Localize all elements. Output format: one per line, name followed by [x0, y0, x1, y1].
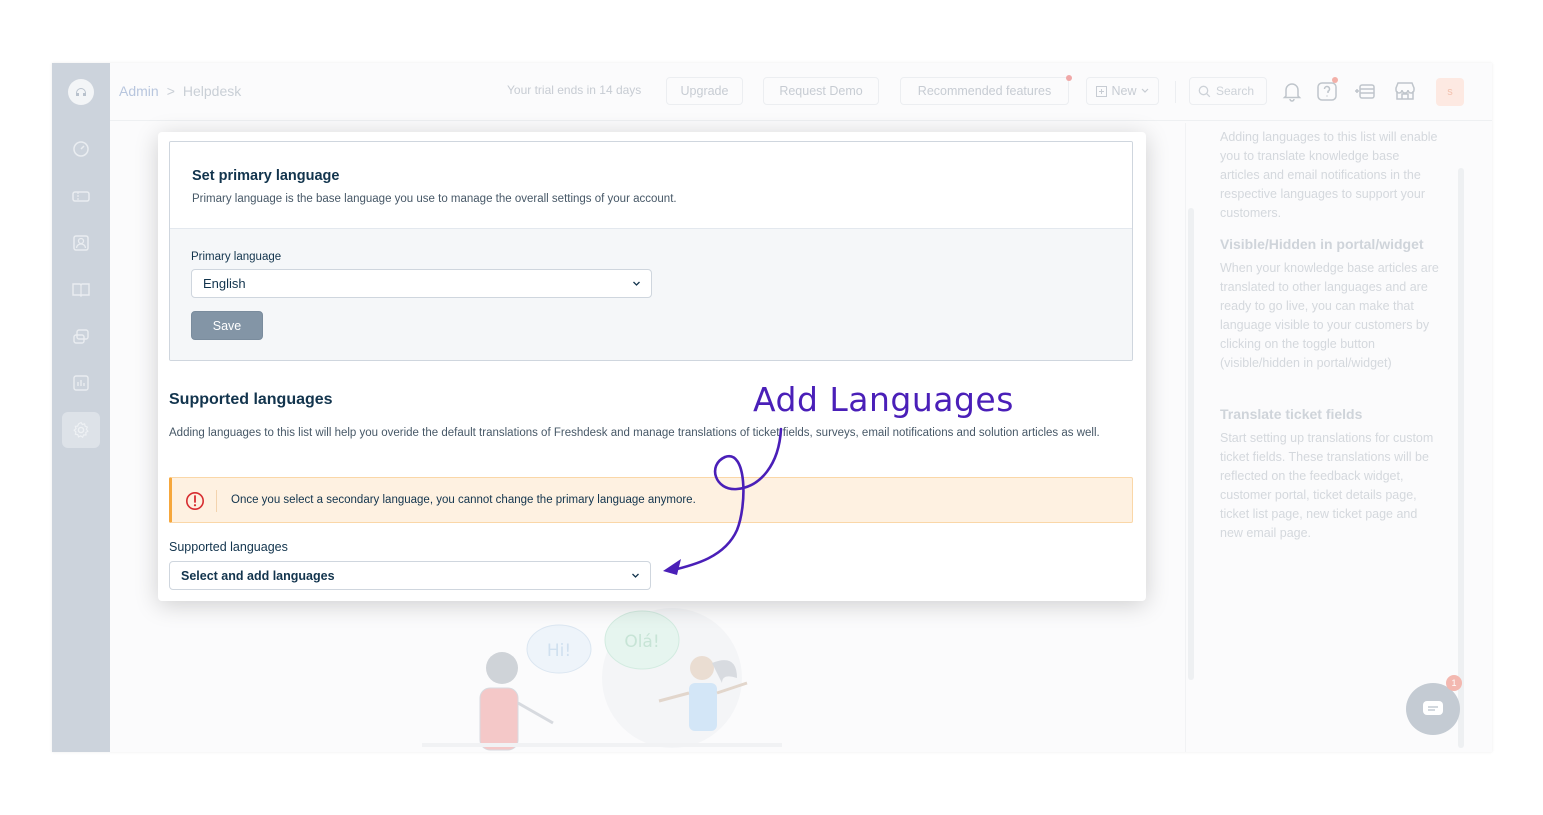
primary-language-value: English — [203, 276, 246, 291]
top-bar: Admin > Helpdesk Your trial ends in 14 d… — [110, 63, 1492, 121]
supported-languages-placeholder: Select and add languages — [181, 568, 335, 583]
supported-languages-label: Supported languages — [169, 540, 288, 554]
request-demo-button[interactable]: Request Demo — [763, 77, 879, 105]
chevron-down-icon — [1141, 88, 1148, 93]
marketplace-icon[interactable] — [1393, 79, 1417, 103]
help-section-ticket-fields-text: Start setting up translations for custom… — [1220, 431, 1434, 540]
recommended-notification-dot — [1066, 75, 1072, 81]
warning-banner: Once you select a secondary language, yo… — [169, 477, 1133, 523]
languages-settings-panel: Set primary language Primary language is… — [158, 132, 1146, 601]
new-label: New — [1111, 84, 1137, 98]
languages-illustration: Hi! Olá! — [422, 608, 782, 751]
search-icon — [1198, 85, 1211, 97]
search-placeholder: Search — [1216, 84, 1255, 98]
supported-languages-title: Supported languages — [169, 391, 333, 408]
notification-bell-icon[interactable] — [1280, 79, 1304, 103]
search-input[interactable]: Search — [1189, 77, 1267, 105]
help-section-ticket-fields-title: Translate ticket fields — [1220, 406, 1363, 422]
upgrade-button[interactable]: Upgrade — [666, 77, 743, 105]
main-scrollbar[interactable] — [1188, 208, 1194, 680]
dashboard-icon[interactable] — [71, 139, 91, 159]
help-section-visibility-title: Visible/Hidden in portal/widget — [1220, 236, 1424, 252]
solutions-icon[interactable] — [71, 280, 91, 300]
primary-language-card-body: Primary language English Save — [170, 229, 1132, 360]
bubble-hi: Hi! — [547, 641, 571, 661]
breadcrumb-separator: > — [166, 83, 175, 99]
new-dropdown-button[interactable]: New — [1086, 77, 1159, 105]
breadcrumb-helpdesk: Helpdesk — [182, 83, 242, 99]
warning-divider — [216, 490, 217, 512]
chevron-down-icon — [632, 573, 639, 578]
help-panel-scrollbar[interactable] — [1458, 168, 1464, 748]
reports-icon[interactable] — [71, 373, 91, 393]
breadcrumb: Admin > Helpdesk — [119, 83, 241, 99]
primary-language-select[interactable]: English — [191, 269, 652, 298]
plus-box-icon — [1096, 85, 1108, 97]
topbar-divider — [1175, 81, 1176, 103]
annotation-arrow-icon — [663, 427, 783, 575]
supported-languages-select[interactable]: Select and add languages — [169, 561, 651, 590]
primary-language-title: Set primary language — [192, 168, 340, 184]
chevron-down-icon — [633, 281, 640, 286]
primary-language-subtitle: Primary language is the base language yo… — [192, 193, 677, 205]
freshdesk-logo-icon[interactable] — [68, 79, 94, 105]
help-notification-dot — [1332, 77, 1338, 83]
warning-icon — [186, 492, 204, 510]
save-button[interactable]: Save — [191, 311, 263, 340]
add-product-icon[interactable] — [1353, 79, 1377, 103]
warning-text: Once you select a secondary language, yo… — [231, 494, 696, 506]
contacts-icon[interactable] — [71, 233, 91, 253]
chat-unread-badge: 1 — [1446, 675, 1462, 691]
supported-languages-description: Adding languages to this list will help … — [169, 427, 1100, 439]
primary-language-card-header: Set primary language Primary language is… — [170, 142, 1132, 229]
user-avatar[interactable]: s — [1436, 78, 1464, 106]
help-intro-text: Adding languages to this list will enabl… — [1220, 130, 1438, 220]
add-languages-annotation: Add Languages — [753, 380, 1014, 419]
tickets-icon[interactable] — [71, 186, 91, 206]
primary-language-card: Set primary language Primary language is… — [169, 141, 1133, 361]
forums-icon[interactable] — [71, 327, 91, 347]
breadcrumb-admin[interactable]: Admin — [119, 83, 159, 99]
chat-icon — [1423, 701, 1443, 715]
recommended-features-button[interactable]: Recommended features — [900, 77, 1069, 105]
primary-language-label: Primary language — [191, 251, 282, 263]
trial-notice: Your trial ends in 14 days — [507, 83, 642, 97]
bubble-ola: Olá! — [624, 632, 659, 652]
sidebar — [52, 63, 110, 752]
admin-settings-icon[interactable] — [71, 420, 91, 440]
help-section-visibility-text: When your knowledge base articles are tr… — [1220, 261, 1439, 370]
